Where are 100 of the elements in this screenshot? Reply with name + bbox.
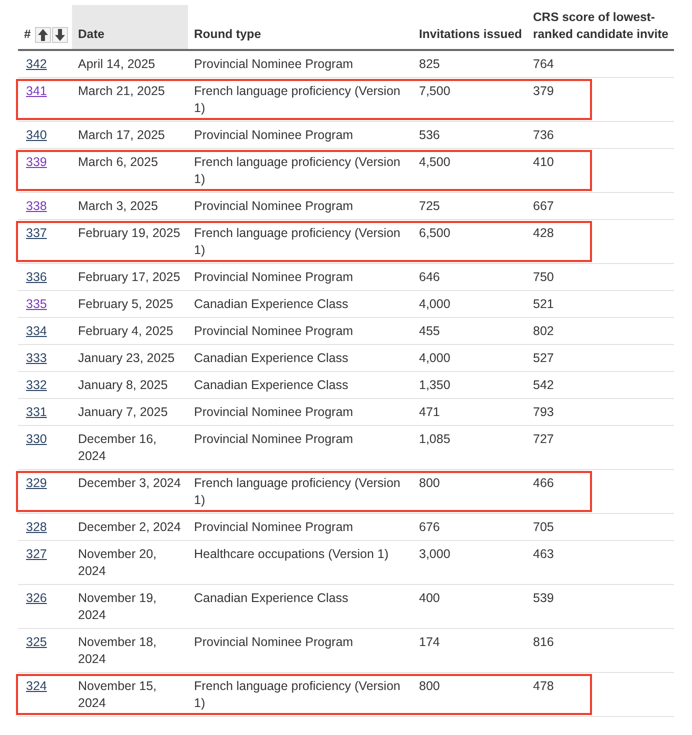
round-type-cell: Canadian Experience Class: [194, 378, 348, 392]
invitations-cell: 536: [419, 128, 440, 142]
round-type-cell: Provincial Nominee Program: [194, 520, 354, 534]
crs-score-cell: 379: [533, 84, 554, 98]
invitations-cell: 7,500: [419, 84, 450, 98]
round-type-cell: French language proficiency (Version 1): [194, 476, 400, 507]
invitations-cell: 400: [419, 591, 440, 605]
round-link[interactable]: 337: [26, 226, 47, 240]
sort-descending-icon[interactable]: [52, 26, 68, 42]
round-type-cell: Provincial Nominee Program: [194, 324, 354, 338]
round-type-cell: Canadian Experience Class: [194, 351, 348, 365]
column-header[interactable]: CRS score of lowest-ranked candidate invite: [533, 9, 674, 43]
date-cell: March 21, 2025: [78, 84, 165, 98]
date-cell: March 6, 2025: [78, 155, 158, 169]
invitations-cell: 646: [419, 270, 440, 284]
round-type-cell: Provincial Nominee Program: [194, 57, 354, 71]
crs-score-cell: 463: [533, 547, 554, 561]
round-link[interactable]: 333: [26, 351, 47, 365]
round-type-cell: Provincial Nominee Program: [194, 405, 354, 419]
date-cell: March 17, 2025: [78, 128, 165, 142]
invitations-cell: 174: [419, 635, 440, 649]
crs-score-cell: 736: [533, 128, 554, 142]
crs-score-cell: 667: [533, 199, 554, 213]
date-cell: April 14, 2025: [78, 57, 156, 71]
crs-score-cell: 428: [533, 226, 554, 240]
invitations-cell: 455: [419, 324, 440, 338]
invitations-cell: 1,085: [419, 432, 450, 446]
invitations-cell: 6,500: [419, 226, 450, 240]
round-type-cell: Provincial Nominee Program: [194, 635, 354, 649]
round-type-cell: Healthcare occupations (Version 1): [194, 547, 389, 561]
invitations-cell: 725: [419, 199, 440, 213]
round-link[interactable]: 336: [26, 270, 47, 284]
round-link[interactable]: 338: [26, 199, 47, 213]
round-link[interactable]: 329: [26, 476, 47, 490]
round-type-cell: French language proficiency (Version 1): [194, 679, 400, 710]
date-cell: February 5, 2025: [78, 297, 174, 311]
invitations-cell: 4,000: [419, 297, 450, 311]
crs-score-cell: 542: [533, 378, 554, 392]
round-type-cell: French language proficiency (Version 1): [194, 226, 400, 257]
round-link[interactable]: 326: [26, 591, 47, 605]
round-link[interactable]: 334: [26, 324, 47, 338]
round-link[interactable]: 330: [26, 432, 47, 446]
round-link[interactable]: 342: [26, 57, 47, 71]
column-header[interactable]: Round type: [194, 26, 412, 43]
round-link[interactable]: 335: [26, 297, 47, 311]
date-cell: November 20, 2024: [78, 547, 157, 578]
round-link[interactable]: 327: [26, 547, 47, 561]
crs-score-cell: 539: [533, 591, 554, 605]
round-link[interactable]: 325: [26, 635, 47, 649]
crs-score-cell: 764: [533, 57, 554, 71]
date-cell: February 17, 2025: [78, 270, 180, 284]
invitations-cell: 676: [419, 520, 440, 534]
date-cell: March 3, 2025: [78, 199, 158, 213]
invitations-cell: 1,350: [419, 378, 450, 392]
round-type-cell: Provincial Nominee Program: [194, 128, 354, 142]
round-type-cell: French language proficiency (Version 1): [194, 155, 400, 186]
column-header: #: [24, 26, 31, 43]
invitations-cell: 4,000: [419, 351, 450, 365]
invitations-cell: 800: [419, 476, 440, 490]
round-link[interactable]: 324: [26, 679, 47, 693]
crs-score-cell: 705: [533, 520, 554, 534]
round-type-cell: French language proficiency (Version 1): [194, 84, 400, 115]
date-cell: February 4, 2025: [78, 324, 174, 338]
crs-score-cell: 793: [533, 405, 554, 419]
crs-score-cell: 410: [533, 155, 554, 169]
invitations-cell: 471: [419, 405, 440, 419]
crs-score-cell: 478: [533, 679, 554, 693]
date-cell: December 2, 2024: [78, 520, 181, 534]
round-type-cell: Provincial Nominee Program: [194, 270, 354, 284]
round-link[interactable]: 340: [26, 128, 47, 142]
invitations-cell: 4,500: [419, 155, 450, 169]
invitations-cell: 3,000: [419, 547, 450, 561]
crs-score-cell: 466: [533, 476, 554, 490]
round-link[interactable]: 331: [26, 405, 47, 419]
invitations-cell: 800: [419, 679, 440, 693]
sort-ascending-icon[interactable]: [34, 26, 51, 42]
date-cell: January 23, 2025: [78, 351, 175, 365]
round-type-cell: Canadian Experience Class: [194, 591, 348, 605]
crs-score-cell: 816: [533, 635, 554, 649]
date-cell: December 16, 2024: [78, 432, 157, 463]
round-link[interactable]: 328: [26, 520, 47, 534]
date-cell: February 19, 2025: [78, 226, 180, 240]
invitations-cell: 825: [419, 57, 440, 71]
round-type-cell: Canadian Experience Class: [194, 297, 348, 311]
date-cell: November 18, 2024: [78, 635, 157, 666]
date-cell: January 8, 2025: [78, 378, 168, 392]
round-type-cell: Provincial Nominee Program: [194, 199, 354, 213]
round-type-cell: Provincial Nominee Program: [194, 432, 354, 446]
date-cell: November 15, 2024: [78, 679, 157, 710]
round-link[interactable]: 332: [26, 378, 47, 392]
column-header[interactable]: Invitations issued: [419, 26, 526, 43]
round-link[interactable]: 341: [26, 84, 47, 98]
crs-score-cell: 521: [533, 297, 554, 311]
crs-score-cell: 750: [533, 270, 554, 284]
date-cell: January 7, 2025: [78, 405, 168, 419]
crs-score-cell: 527: [533, 351, 554, 365]
round-link[interactable]: 339: [26, 155, 47, 169]
date-cell: November 19, 2024: [78, 591, 157, 622]
date-cell: December 3, 2024: [78, 476, 181, 490]
crs-score-cell: 802: [533, 324, 554, 338]
